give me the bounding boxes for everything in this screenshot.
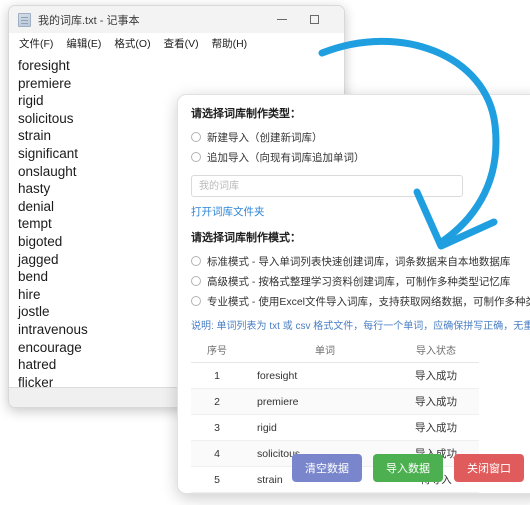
screenshot-canvas: 我的词库.txt - 记事本 文件(F) 编辑(E) 格式(O) 查看(V) 帮… <box>0 0 530 505</box>
radio-circle-icon <box>191 276 201 286</box>
menu-item-file[interactable]: 文件(F) <box>19 36 53 51</box>
radio-advanced-mode-label: 高级模式 - 按格式整理学习资料创建词库，可制作多种类型记忆库 <box>207 275 511 288</box>
radio-new-import-label: 新建导入（创建新词库） <box>207 131 323 144</box>
radio-circle-icon <box>191 256 201 266</box>
open-wordbank-folder-link[interactable]: 打开词库文件夹 <box>191 204 265 219</box>
radio-professional-mode-label: 专业模式 - 使用Excel文件导入词库，支持获取网络数据，可制作多种类型记忆库 <box>207 295 530 308</box>
import-type-title: 请选择词库制作类型： <box>191 108 301 120</box>
table-row[interactable]: 6 significant 待导入 <box>191 492 479 493</box>
word-line: foresight <box>18 58 70 73</box>
cell-word: rigid <box>243 414 393 441</box>
radio-append-import[interactable]: 追加导入（向现有词库追加单词） <box>191 148 530 166</box>
table-row[interactable]: 3 rigid 导入成功 <box>191 414 479 441</box>
menu-item-format[interactable]: 格式(O) <box>114 36 150 51</box>
dialog-button-bar: 清空数据 导入数据 关闭窗口 <box>178 454 530 482</box>
wordbank-name-input[interactable] <box>191 175 463 197</box>
cell-status: 导入成功 <box>393 414 479 441</box>
notepad-document-icon <box>18 12 31 27</box>
menu-item-help[interactable]: 帮助(H) <box>212 36 248 51</box>
radio-standard-mode-label: 标准模式 - 导入单词列表快速创建词库，词条数据来自本地数据库 <box>207 255 511 268</box>
radio-circle-icon <box>191 152 201 162</box>
radio-new-import[interactable]: 新建导入（创建新词库） <box>191 128 530 146</box>
table-row[interactable]: 2 premiere 导入成功 <box>191 388 479 415</box>
header-word: 单词 <box>243 337 393 363</box>
radio-append-import-label: 追加导入（向现有词库追加单词） <box>207 151 365 164</box>
minimize-button[interactable] <box>266 6 298 33</box>
cell-word: foresight <box>243 362 393 389</box>
import-mode-title: 请选择词库制作模式： <box>191 232 301 244</box>
cell-status: 待导入 <box>393 492 479 493</box>
wordbank-import-dialog: 请选择词库制作类型： 新建导入（创建新词库） 追加导入（向现有词库追加单词） 打… <box>177 94 530 494</box>
format-note: 说明: 单词列表为 txt 或 csv 格式文件，每行一个单词，应确保拼写正确，… <box>191 321 530 332</box>
radio-advanced-mode[interactable]: 高级模式 - 按格式整理学习资料创建词库，可制作多种类型记忆库 <box>191 272 530 290</box>
notepad-menubar: 文件(F) 编辑(E) 格式(O) 查看(V) 帮助(H) <box>9 33 344 54</box>
cell-index: 3 <box>191 414 243 441</box>
cell-word: significant <box>243 492 393 493</box>
cell-index: 6 <box>191 492 243 493</box>
radio-standard-mode[interactable]: 标准模式 - 导入单词列表快速创建词库，词条数据来自本地数据库 <box>191 252 530 270</box>
cell-index: 2 <box>191 388 243 415</box>
maximize-icon <box>309 15 319 24</box>
word-line: premiere <box>18 75 72 91</box>
close-window-button[interactable]: 关闭窗口 <box>454 454 524 482</box>
header-index: 序号 <box>191 337 243 363</box>
cell-status: 导入成功 <box>393 388 479 415</box>
radio-circle-icon <box>191 132 201 142</box>
notepad-title: 我的词库.txt - 记事本 <box>38 14 140 27</box>
maximize-button[interactable] <box>298 6 330 33</box>
cell-word: premiere <box>243 388 393 415</box>
minimize-icon <box>277 19 287 20</box>
radio-professional-mode[interactable]: 专业模式 - 使用Excel文件导入词库，支持获取网络数据，可制作多种类型记忆库 <box>191 292 530 310</box>
table-header-row: 序号 单词 导入状态 <box>191 337 479 363</box>
menu-item-view[interactable]: 查看(V) <box>164 36 199 51</box>
cell-index: 1 <box>191 362 243 389</box>
radio-circle-icon <box>191 296 201 306</box>
table-row[interactable]: 1 foresight 导入成功 <box>191 362 479 389</box>
header-status: 导入状态 <box>393 337 479 363</box>
import-data-button[interactable]: 导入数据 <box>373 454 443 482</box>
clear-data-button[interactable]: 清空数据 <box>292 454 362 482</box>
cell-status: 导入成功 <box>393 362 479 389</box>
menu-item-edit[interactable]: 编辑(E) <box>66 36 101 51</box>
notepad-titlebar[interactable]: 我的词库.txt - 记事本 <box>9 6 344 33</box>
